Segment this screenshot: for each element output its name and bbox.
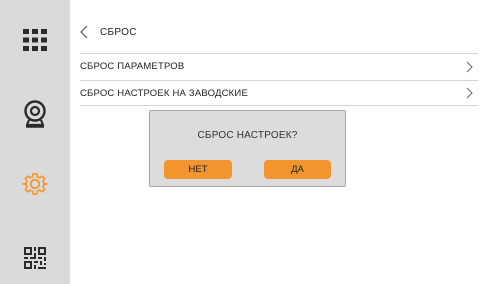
confirm-dialog: СБРОС НАСТРОЕК? НЕТ ДА bbox=[149, 110, 346, 187]
list-item-reset-parameters[interactable]: СБРОС ПАРАМЕТРОВ bbox=[80, 53, 478, 79]
sidebar-item-settings[interactable] bbox=[0, 154, 70, 214]
gear-icon bbox=[22, 173, 48, 195]
apps-grid-icon bbox=[23, 29, 47, 51]
sidebar-item-qr[interactable] bbox=[0, 228, 70, 284]
list-item-factory-reset[interactable]: СБРОС НАСТРОЕК НА ЗАВОДСКИЕ bbox=[80, 80, 478, 106]
chevron-right-icon bbox=[466, 60, 476, 74]
chevron-left-icon bbox=[80, 22, 92, 42]
chevron-right-icon bbox=[466, 86, 476, 100]
sidebar-item-camera[interactable] bbox=[0, 84, 70, 144]
sidebar bbox=[0, 0, 70, 284]
no-button[interactable]: НЕТ bbox=[164, 160, 232, 179]
camera-icon bbox=[24, 100, 46, 128]
sidebar-item-apps[interactable] bbox=[0, 10, 70, 70]
page-title: СБРОС bbox=[100, 26, 137, 38]
dialog-message: СБРОС НАСТРОЕК? bbox=[197, 130, 298, 141]
back-button[interactable]: СБРОС bbox=[80, 20, 137, 44]
yes-button[interactable]: ДА bbox=[264, 160, 331, 179]
list-item-label: СБРОС НАСТРОЕК НА ЗАВОДСКИЕ bbox=[80, 87, 248, 99]
qr-code-icon bbox=[24, 247, 46, 269]
list-item-label: СБРОС ПАРАМЕТРОВ bbox=[80, 61, 185, 72]
